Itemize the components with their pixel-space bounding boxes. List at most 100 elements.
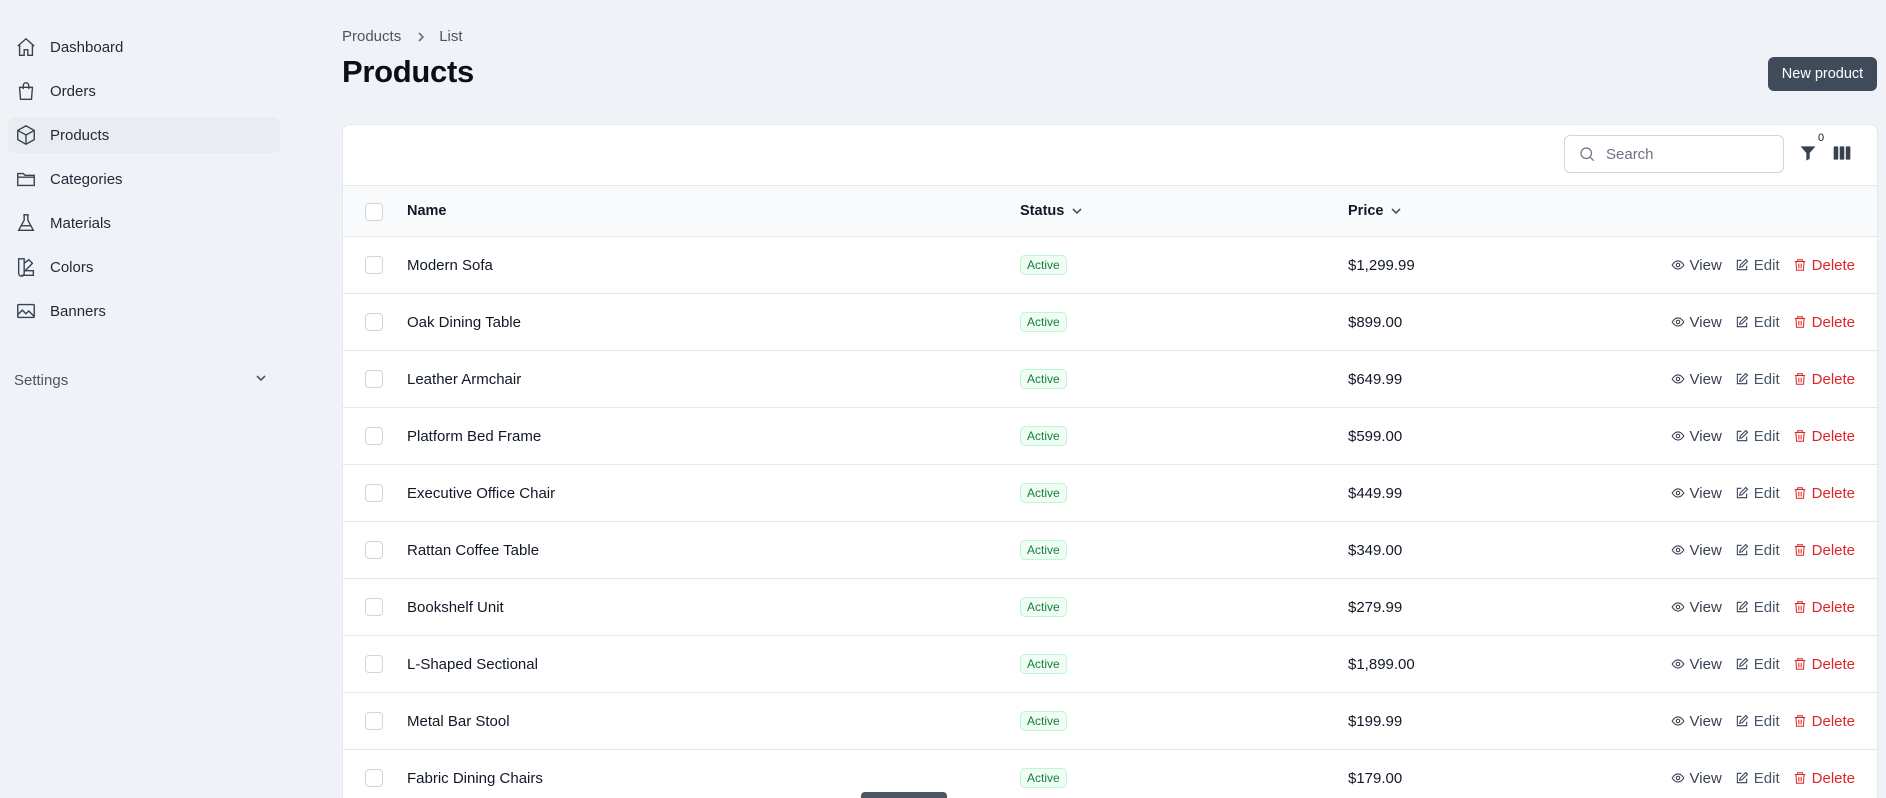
row-select-checkbox[interactable] xyxy=(365,655,383,673)
filter-button[interactable] xyxy=(1798,143,1820,165)
row-actions: View Edit Delete xyxy=(1658,693,1855,749)
product-name: L-Shaped Sectional xyxy=(407,655,538,673)
toggle-columns-button[interactable] xyxy=(1832,143,1854,165)
status-badge: Active xyxy=(1020,426,1067,446)
table-row: Oak Dining Table Active $899.00 View Edi… xyxy=(343,294,1877,351)
sidebar-item-categories[interactable]: Categories xyxy=(8,161,280,197)
edit-button[interactable]: Edit xyxy=(1735,770,1780,787)
table-row: Rattan Coffee Table Active $349.00 View … xyxy=(343,522,1877,579)
status-badge: Active xyxy=(1020,597,1067,617)
delete-button[interactable]: Delete xyxy=(1793,599,1855,616)
sidebar-item-dashboard[interactable]: Dashboard xyxy=(8,29,280,65)
settings-label: Settings xyxy=(14,371,69,389)
view-button[interactable]: View xyxy=(1671,656,1722,673)
row-select-checkbox[interactable] xyxy=(365,598,383,616)
sidebar-item-colors[interactable]: Colors xyxy=(8,249,280,285)
horizontal-scrollbar[interactable] xyxy=(861,792,947,798)
product-name: Executive Office Chair xyxy=(407,484,556,502)
search-input[interactable] xyxy=(1606,145,1756,163)
view-button[interactable]: View xyxy=(1671,428,1722,445)
edit-button[interactable]: Edit xyxy=(1735,485,1780,502)
status-badge: Active xyxy=(1020,654,1067,674)
view-button[interactable]: View xyxy=(1671,713,1722,730)
view-button[interactable]: View xyxy=(1671,371,1722,388)
edit-button[interactable]: Edit xyxy=(1735,656,1780,673)
edit-label: Edit xyxy=(1753,370,1780,388)
product-name: Fabric Dining Chairs xyxy=(407,769,543,787)
view-button[interactable]: View xyxy=(1671,485,1722,502)
edit-label: Edit xyxy=(1753,313,1780,331)
view-button[interactable]: View xyxy=(1671,770,1722,787)
delete-button[interactable]: Delete xyxy=(1793,770,1855,787)
sidebar-item-label: Colors xyxy=(50,258,94,276)
breadcrumb-item-products[interactable]: Products xyxy=(342,28,401,45)
row-select-checkbox[interactable] xyxy=(365,427,383,445)
row-select-checkbox[interactable] xyxy=(365,313,383,331)
delete-button[interactable]: Delete xyxy=(1793,656,1855,673)
sidebar-item-banners[interactable]: Banners xyxy=(8,293,280,329)
row-select-checkbox[interactable] xyxy=(365,256,383,274)
status-cell: Active xyxy=(1020,351,1067,407)
column-header-status[interactable]: Status xyxy=(1020,186,1083,236)
row-select-checkbox[interactable] xyxy=(365,484,383,502)
sidebar-item-products[interactable]: Products xyxy=(8,117,280,153)
edit-icon xyxy=(1735,429,1754,443)
row-select-checkbox[interactable] xyxy=(365,769,383,787)
delete-button[interactable]: Delete xyxy=(1793,314,1855,331)
eye-icon xyxy=(1671,600,1690,614)
view-button[interactable]: View xyxy=(1671,542,1722,559)
delete-label: Delete xyxy=(1811,427,1855,445)
product-name: Leather Armchair xyxy=(407,370,522,388)
view-button[interactable]: View xyxy=(1671,314,1722,331)
edit-label: Edit xyxy=(1753,256,1780,274)
view-button[interactable]: View xyxy=(1671,257,1722,274)
row-select-checkbox[interactable] xyxy=(365,541,383,559)
sidebar-item-materials[interactable]: Materials xyxy=(8,205,280,241)
edit-icon xyxy=(1735,486,1754,500)
table-row: L-Shaped Sectional Active $1,899.00 View… xyxy=(343,636,1877,693)
table-row: Bookshelf Unit Active $279.99 View Edit … xyxy=(343,579,1877,636)
edit-button[interactable]: Edit xyxy=(1735,599,1780,616)
delete-button[interactable]: Delete xyxy=(1793,542,1855,559)
table-row: Platform Bed Frame Active $599.00 View E… xyxy=(343,408,1877,465)
delete-button[interactable]: Delete xyxy=(1793,428,1855,445)
delete-label: Delete xyxy=(1811,313,1855,331)
edit-button[interactable]: Edit xyxy=(1735,314,1780,331)
products-table-card: 0 Name Status Price Modern Sofa Active $… xyxy=(342,124,1878,798)
new-product-button[interactable]: New product xyxy=(1768,57,1877,91)
status-cell: Active xyxy=(1020,237,1067,293)
edit-button[interactable]: Edit xyxy=(1735,371,1780,388)
sidebar-item-orders[interactable]: Orders xyxy=(8,73,280,109)
row-actions: View Edit Delete xyxy=(1658,237,1855,293)
delete-button[interactable]: Delete xyxy=(1793,713,1855,730)
product-price: $899.00 xyxy=(1348,313,1403,331)
edit-button[interactable]: Edit xyxy=(1735,713,1780,730)
edit-button[interactable]: Edit xyxy=(1735,428,1780,445)
delete-button[interactable]: Delete xyxy=(1793,485,1855,502)
row-select-checkbox[interactable] xyxy=(365,712,383,730)
page-title: Products xyxy=(342,54,474,89)
product-name: Rattan Coffee Table xyxy=(407,541,540,559)
edit-button[interactable]: Edit xyxy=(1735,542,1780,559)
column-header-price[interactable]: Price xyxy=(1348,186,1402,236)
view-button[interactable]: View xyxy=(1671,599,1722,616)
view-label: View xyxy=(1689,655,1722,673)
image-icon xyxy=(14,299,38,323)
swatch-icon xyxy=(14,255,38,279)
delete-button[interactable]: Delete xyxy=(1793,257,1855,274)
eye-icon xyxy=(1671,486,1690,500)
view-label: View xyxy=(1689,484,1722,502)
product-price: $449.99 xyxy=(1348,484,1403,502)
edit-label: Edit xyxy=(1753,769,1780,787)
eye-icon xyxy=(1671,657,1690,671)
product-price: $179.00 xyxy=(1348,769,1403,787)
sidebar-item-label: Products xyxy=(50,126,110,144)
edit-button[interactable]: Edit xyxy=(1735,257,1780,274)
row-select-checkbox[interactable] xyxy=(365,370,383,388)
status-cell: Active xyxy=(1020,294,1067,350)
status-cell: Active xyxy=(1020,465,1067,521)
sidebar-settings-toggle[interactable]: Settings xyxy=(14,368,270,392)
select-all-checkbox[interactable] xyxy=(365,203,383,221)
edit-icon xyxy=(1735,714,1754,728)
delete-button[interactable]: Delete xyxy=(1793,371,1855,388)
